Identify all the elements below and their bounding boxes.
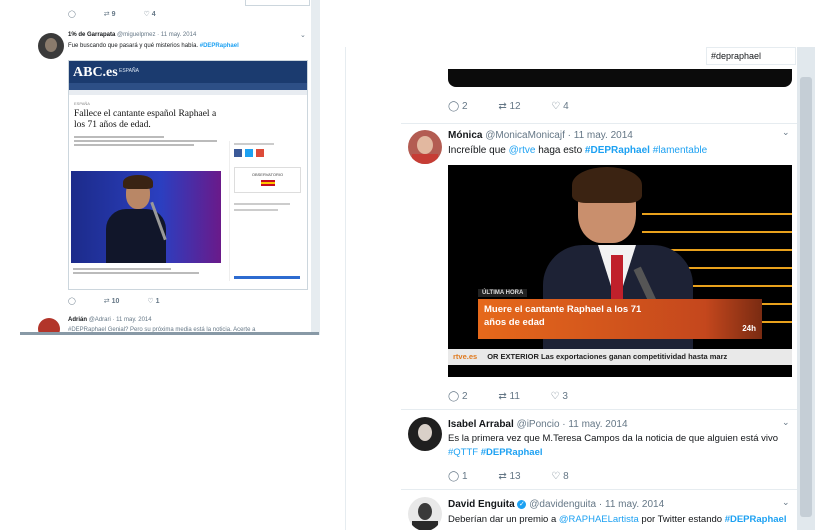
tweet-date[interactable]: 11 may. 2014: [605, 499, 664, 510]
reply-button[interactable]: ◯ 2: [448, 101, 468, 112]
tweet-header: Adrián @Adrari · 11 may. 2014: [68, 317, 152, 323]
scrollbar[interactable]: [311, 0, 319, 335]
avatar[interactable]: [408, 497, 442, 530]
hashtag-link[interactable]: #DEPRaphael: [725, 514, 787, 525]
retweet-button[interactable]: ⇄ 11: [498, 391, 520, 402]
retweet-icon: ⇄: [498, 471, 507, 482]
article-photo: [71, 171, 221, 263]
article-image[interactable]: ABC.es ESPAÑA ESPAÑA Fallece el cantante…: [68, 60, 308, 290]
reply-icon: ◯: [448, 471, 460, 482]
chevron-down-icon[interactable]: ⌄: [300, 31, 306, 39]
tweet-text: Fue buscando que pasará y qué misterios …: [68, 43, 239, 49]
tweet-author-name[interactable]: 1% de Garrapata: [68, 32, 115, 38]
tweet-header: Mónica @MonicaMonicajf · 11 may. 2014: [448, 130, 633, 141]
tweet-handle[interactable]: @miguelpmez: [117, 32, 155, 38]
tweet-header: 1% de Garrapata @miguelpmez · 11 may. 20…: [68, 32, 197, 38]
like-button[interactable]: ♡ 3: [551, 391, 568, 402]
news-ticker: rtve.es OR EXTERIOR Las exportaciones gan…: [448, 349, 792, 365]
chevron-down-icon[interactable]: ⌄: [782, 497, 790, 508]
like-button[interactable]: ♡ 8: [551, 471, 568, 482]
article-kicker: ESPAÑA: [74, 101, 90, 106]
like-button[interactable]: ♡ 4: [551, 101, 568, 112]
tweet-header: David Enguita ✓ @davidenguita · 11 may. …: [448, 499, 665, 510]
retweet-button[interactable]: ⇄ 9: [104, 11, 116, 18]
tweet-text: Deberían dar un premio a @RAPHAELartista…: [448, 514, 787, 525]
retweet-button[interactable]: ⇄ 13: [498, 471, 520, 482]
article-section: ESPAÑA: [119, 68, 139, 74]
like-icon: ♡: [551, 471, 561, 482]
channel-24h: 24h: [742, 324, 756, 333]
like-icon: ♡: [550, 391, 560, 402]
tweet-author-name[interactable]: Isabel Arrabal: [448, 419, 514, 430]
retweet-icon: ⇄: [498, 101, 507, 112]
breaking-tag: ÚLTIMA HORA: [478, 289, 528, 297]
search-input[interactable]: #depraphael: [706, 47, 796, 65]
retweet-button[interactable]: ⇄ 12: [498, 101, 520, 112]
reply-button[interactable]: ◯: [68, 11, 78, 18]
like-button[interactable]: ♡ 1: [147, 298, 159, 305]
tweet-author-name[interactable]: Adrián: [68, 317, 87, 323]
tweet-hashtags: #QTTF #DEPRaphael: [448, 447, 543, 458]
tweet-actions: ◯ ⇄ 10 ♡ 1: [68, 297, 185, 305]
tweet-actions: ◯ 2 ⇄ 11 ♡ 3: [448, 391, 596, 402]
like-icon: ♡: [551, 101, 561, 112]
tweet-author-name[interactable]: David Enguita: [448, 499, 515, 510]
tweet-text: Increíble que @rtve haga esto #DEPRaphae…: [448, 145, 708, 156]
rtve-logo: rtve.es: [453, 352, 478, 361]
tweet-date[interactable]: 11 may. 2014: [574, 130, 633, 141]
avatar[interactable]: [408, 417, 442, 451]
article-headline: Fallece el cantante español Raphael a lo…: [74, 109, 217, 130]
reply-icon: ◯: [448, 101, 460, 112]
retweet-icon: ⇄: [498, 391, 507, 402]
tweet-actions-top: ◯ ⇄ 9 ♡ 4: [68, 10, 182, 18]
tweet-actions-top: ◯ 2 ⇄ 12 ♡ 4: [448, 101, 597, 112]
chevron-down-icon[interactable]: ⌄: [782, 127, 790, 138]
abc-logo: ABC.es: [73, 65, 118, 80]
lower-third-caption: Muere el cantante Raphael a los 71 años …: [478, 299, 762, 339]
observatorio-box: OBSERVATORIO: [234, 167, 301, 193]
verified-icon: ✓: [517, 499, 527, 509]
tweet-date[interactable]: 11 may. 2014: [161, 32, 196, 38]
tweet-handle[interactable]: @davidenguita: [529, 499, 596, 510]
avatar[interactable]: [408, 130, 442, 164]
hashtag-link[interactable]: #DEPRaphael: [481, 447, 543, 458]
tweet-handle[interactable]: @Adrari: [89, 317, 111, 323]
hashtag-link[interactable]: #QTTF: [448, 447, 478, 458]
tweet-handle[interactable]: @MonicaMonicajf: [485, 130, 565, 141]
chevron-down-icon[interactable]: ⌄: [782, 417, 790, 428]
scrollbar-thumb[interactable]: [800, 77, 812, 517]
left-screenshot: ◯ ⇄ 9 ♡ 4 1% de Garrapata @miguelpmez · …: [20, 0, 320, 335]
video-media[interactable]: ÚLTIMA HORA Muere el cantante Raphael a …: [448, 165, 792, 377]
hashtag-link[interactable]: #lamentable: [653, 145, 707, 156]
right-screenshot: #depraphael ◯ 2 ⇄ 12 ♡ 4 Mónica @MonicaM…: [345, 47, 815, 530]
tweet-header: Isabel Arrabal @iPoncio · 11 may. 2014: [448, 419, 628, 430]
hashtag-link[interactable]: #DEPRaphael: [200, 43, 239, 49]
reply-button[interactable]: ◯: [68, 298, 78, 305]
tweet-date[interactable]: 11 may. 2014: [568, 419, 627, 430]
tweet-actions: ◯ 1 ⇄ 13 ♡ 8: [448, 471, 597, 482]
media-bottom[interactable]: [448, 69, 792, 87]
avatar[interactable]: [38, 33, 64, 59]
top-search-box[interactable]: [245, 0, 310, 6]
tweet-handle[interactable]: @iPoncio: [517, 419, 560, 430]
hashtag-link[interactable]: #DEPRaphael: [585, 145, 650, 156]
reply-button[interactable]: ◯ 2: [448, 391, 468, 402]
like-button[interactable]: ♡ 4: [143, 11, 155, 18]
tweet-date[interactable]: 11 may. 2014: [116, 317, 151, 323]
tweet-text: Es la primera vez que M.Teresa Campos da…: [448, 433, 779, 444]
mention-link[interactable]: @rtve: [509, 145, 536, 156]
mention-link[interactable]: @RAPHAELartista: [559, 514, 639, 525]
retweet-button[interactable]: ⇄ 10: [104, 298, 120, 305]
reply-button[interactable]: ◯ 1: [448, 471, 468, 482]
reply-icon: ◯: [448, 391, 460, 402]
tweet-author-name[interactable]: Mónica: [448, 130, 482, 141]
